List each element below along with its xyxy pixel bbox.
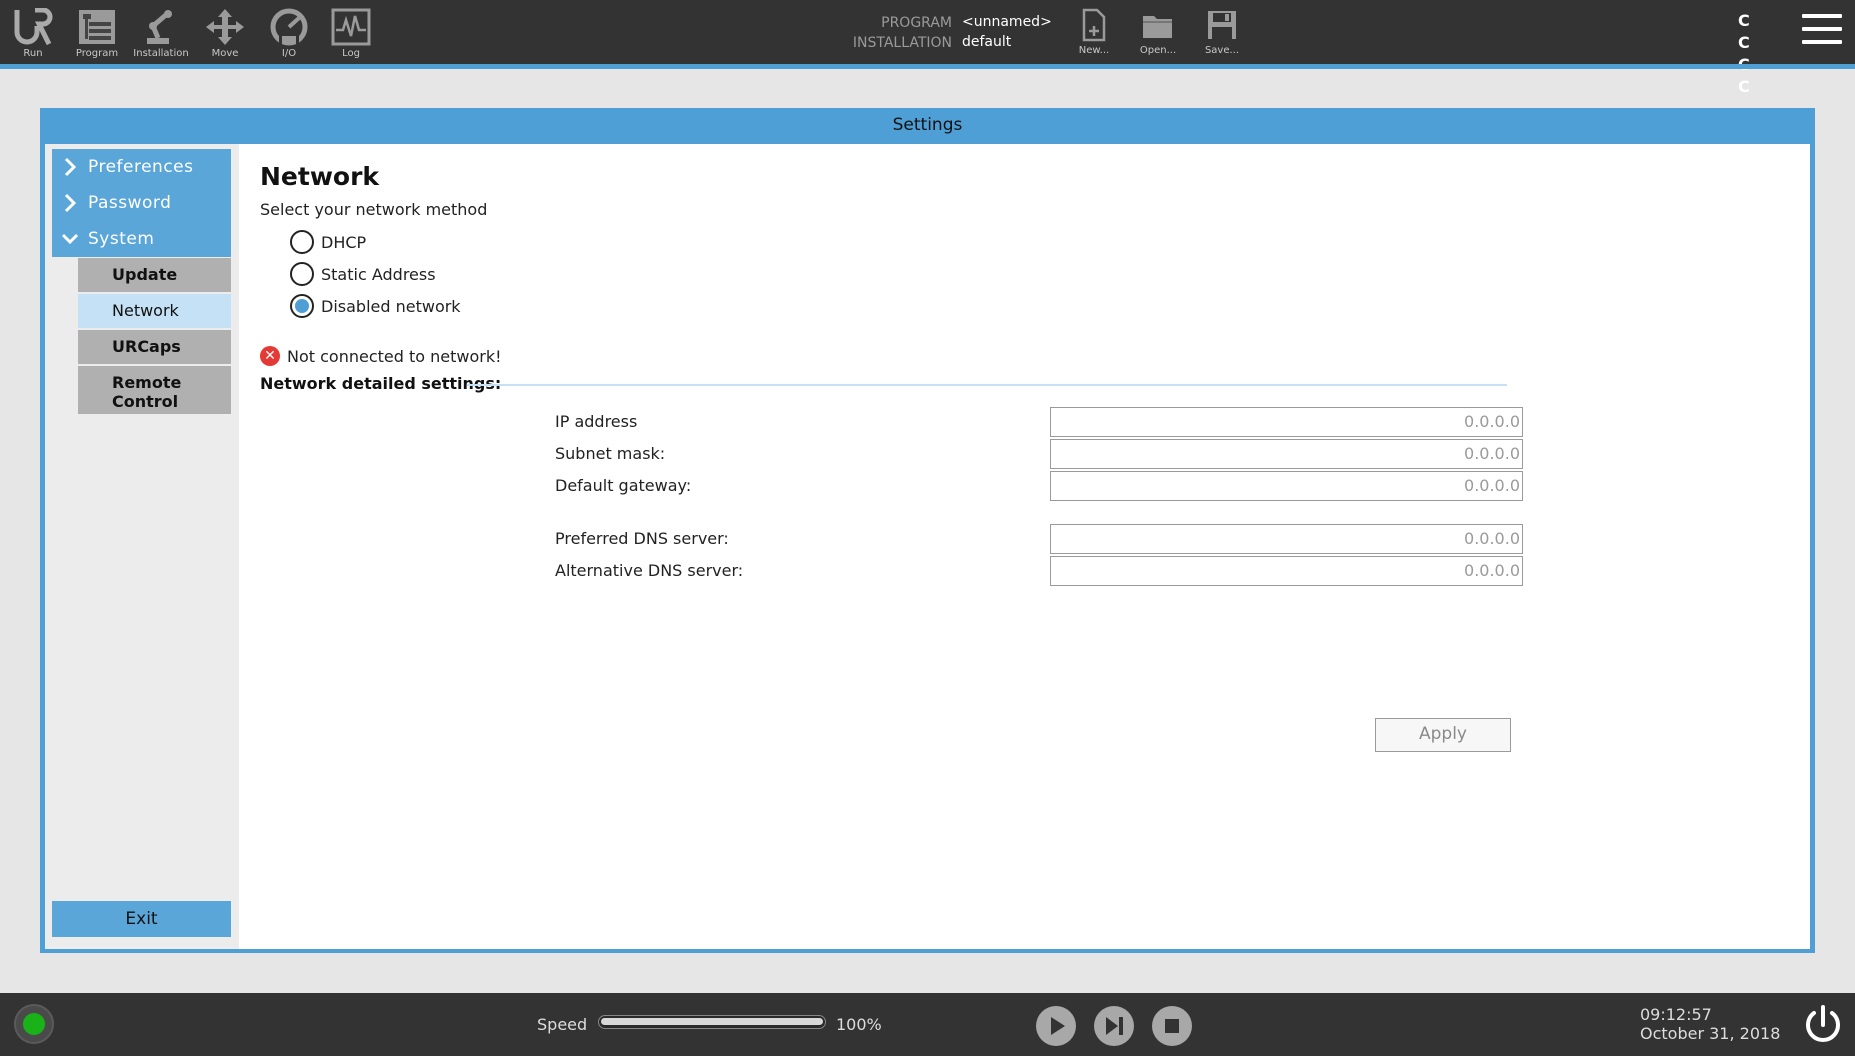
log-tab[interactable]: Log [320, 4, 382, 64]
radio-button[interactable] [290, 294, 314, 318]
default-gateway-field[interactable]: 0.0.0.0 [1050, 471, 1523, 501]
bottom-bar: Speed 100% 09:12:57 October 31, 2018 [0, 993, 1855, 1056]
play-icon [1051, 1017, 1065, 1035]
save-disk-icon [1208, 11, 1236, 39]
program-name: <unnamed> [962, 14, 1052, 30]
settings-dialog: Settings Preferences Password System Upd… [40, 108, 1815, 953]
new-button[interactable]: New... [1066, 8, 1122, 60]
program-info-values: <unnamed> default [962, 12, 1052, 52]
subnet-mask-label: Subnet mask: [555, 444, 666, 463]
alternative-dns-label: Alternative DNS server: [555, 561, 744, 580]
ip-address-label: IP address [555, 412, 638, 431]
top-toolbar: Run Program Installation Move I/O Log PR… [0, 0, 1855, 96]
details-divider [467, 384, 1507, 386]
radio-label: Static Address [321, 264, 436, 284]
sidebar-item-label: System [88, 229, 155, 249]
io-tab-label: I/O [281, 48, 297, 59]
sidebar-item-update[interactable]: Update [78, 258, 231, 292]
log-tab-label: Log [342, 48, 360, 59]
radio-button[interactable] [290, 230, 314, 254]
stop-button[interactable] [1152, 1006, 1192, 1046]
speed-label: Speed [537, 1015, 588, 1034]
ip-address-field[interactable]: 0.0.0.0 [1050, 407, 1523, 437]
move-tab[interactable]: Move [194, 4, 256, 64]
move-arrows-icon [206, 9, 244, 45]
dialog-title: Settings [892, 115, 963, 135]
installation-label: INSTALLATION [852, 35, 952, 51]
radio-dhcp[interactable]: DHCP [290, 229, 366, 255]
clock-date: October 31, 2018 [1640, 1024, 1781, 1043]
status-text: Not connected to network! [287, 346, 502, 366]
save-button[interactable]: Save... [1194, 8, 1250, 60]
dialog-body: Preferences Password System Update Netwo… [45, 144, 1810, 949]
radio-label: Disabled network [321, 296, 461, 316]
clock: 09:12:57 October 31, 2018 [1640, 1005, 1780, 1043]
ur-logo-icon [14, 8, 53, 46]
power-icon[interactable] [1802, 1003, 1844, 1045]
preferred-dns-label: Preferred DNS server: [555, 529, 729, 548]
new-file-icon [1082, 8, 1106, 42]
chevron-down-icon [61, 233, 79, 245]
toolbar-accent-line [0, 64, 1855, 69]
settings-sidebar: Preferences Password System Update Netwo… [45, 144, 239, 949]
clock-time: 09:12:57 [1640, 1005, 1712, 1024]
subnet-mask-field[interactable]: 0.0.0.0 [1050, 439, 1523, 469]
sidebar-item-label: Preferences [88, 157, 194, 177]
robot-arm-icon [147, 10, 172, 44]
program-tree-icon [79, 10, 115, 44]
installation-name: default [962, 34, 1012, 50]
new-button-label: New... [1078, 45, 1110, 56]
program-label: PROGRAM [881, 15, 952, 31]
chevron-right-icon [64, 193, 77, 213]
exit-button[interactable]: Exit [52, 901, 231, 937]
radio-label: DHCP [321, 232, 367, 252]
sidebar-item-label: Password [88, 193, 172, 213]
cc-indicator: C C C C [1738, 11, 1759, 96]
speed-slider-fill [601, 1018, 823, 1025]
hamburger-menu-icon[interactable] [1802, 14, 1842, 48]
robot-status-light-icon[interactable] [14, 1004, 54, 1044]
move-tab-label: Move [211, 48, 239, 59]
apply-button[interactable]: Apply [1375, 718, 1511, 752]
program-info-labels: PROGRAM INSTALLATION [830, 13, 952, 53]
program-tab-label: Program [75, 48, 119, 59]
open-button[interactable]: Open... [1130, 8, 1186, 60]
chevron-right-icon [64, 157, 77, 177]
radio-static-address[interactable]: Static Address [290, 261, 436, 287]
preferred-dns-field[interactable]: 0.0.0.0 [1050, 524, 1523, 554]
network-status: ✕ Not connected to network! [260, 346, 502, 366]
details-heading: Network detailed settings: [260, 374, 502, 393]
play-button[interactable] [1036, 1006, 1076, 1046]
step-button[interactable] [1094, 1006, 1134, 1046]
speed-slider[interactable] [598, 1015, 826, 1029]
installation-tab[interactable]: Installation [130, 4, 192, 64]
sidebar-item-preferences[interactable]: Preferences [52, 149, 231, 185]
alternative-dns-field[interactable]: 0.0.0.0 [1050, 556, 1523, 586]
error-x-icon: ✕ [260, 346, 280, 366]
radio-disabled-network[interactable]: Disabled network [290, 293, 461, 319]
open-folder-icon [1143, 16, 1172, 38]
sidebar-item-password[interactable]: Password [52, 185, 231, 221]
io-tab[interactable]: I/O [258, 4, 320, 64]
log-chart-icon [331, 8, 371, 46]
program-tab[interactable]: Program [66, 4, 128, 64]
speed-value: 100% [836, 1015, 882, 1034]
open-button-label: Open... [1139, 45, 1177, 56]
run-tab[interactable]: Run [2, 4, 64, 64]
sidebar-item-network[interactable]: Network [78, 294, 231, 328]
page-title: Network [260, 162, 380, 191]
installation-tab-label: Installation [133, 48, 189, 59]
run-tab-label: Run [23, 48, 43, 59]
stop-icon [1165, 1019, 1179, 1033]
save-button-label: Save... [1204, 45, 1240, 56]
step-forward-icon [1106, 1017, 1123, 1035]
sidebar-item-urcaps[interactable]: URCaps [78, 330, 231, 364]
network-method-prompt: Select your network method [260, 200, 488, 219]
default-gateway-label: Default gateway: [555, 476, 692, 495]
radio-button[interactable] [290, 262, 314, 286]
io-gauge-icon [270, 8, 308, 46]
network-panel: Network Select your network method DHCP … [245, 144, 1810, 949]
sidebar-item-system[interactable]: System [52, 221, 231, 257]
sidebar-item-remote-control[interactable]: Remote Control [78, 366, 231, 414]
